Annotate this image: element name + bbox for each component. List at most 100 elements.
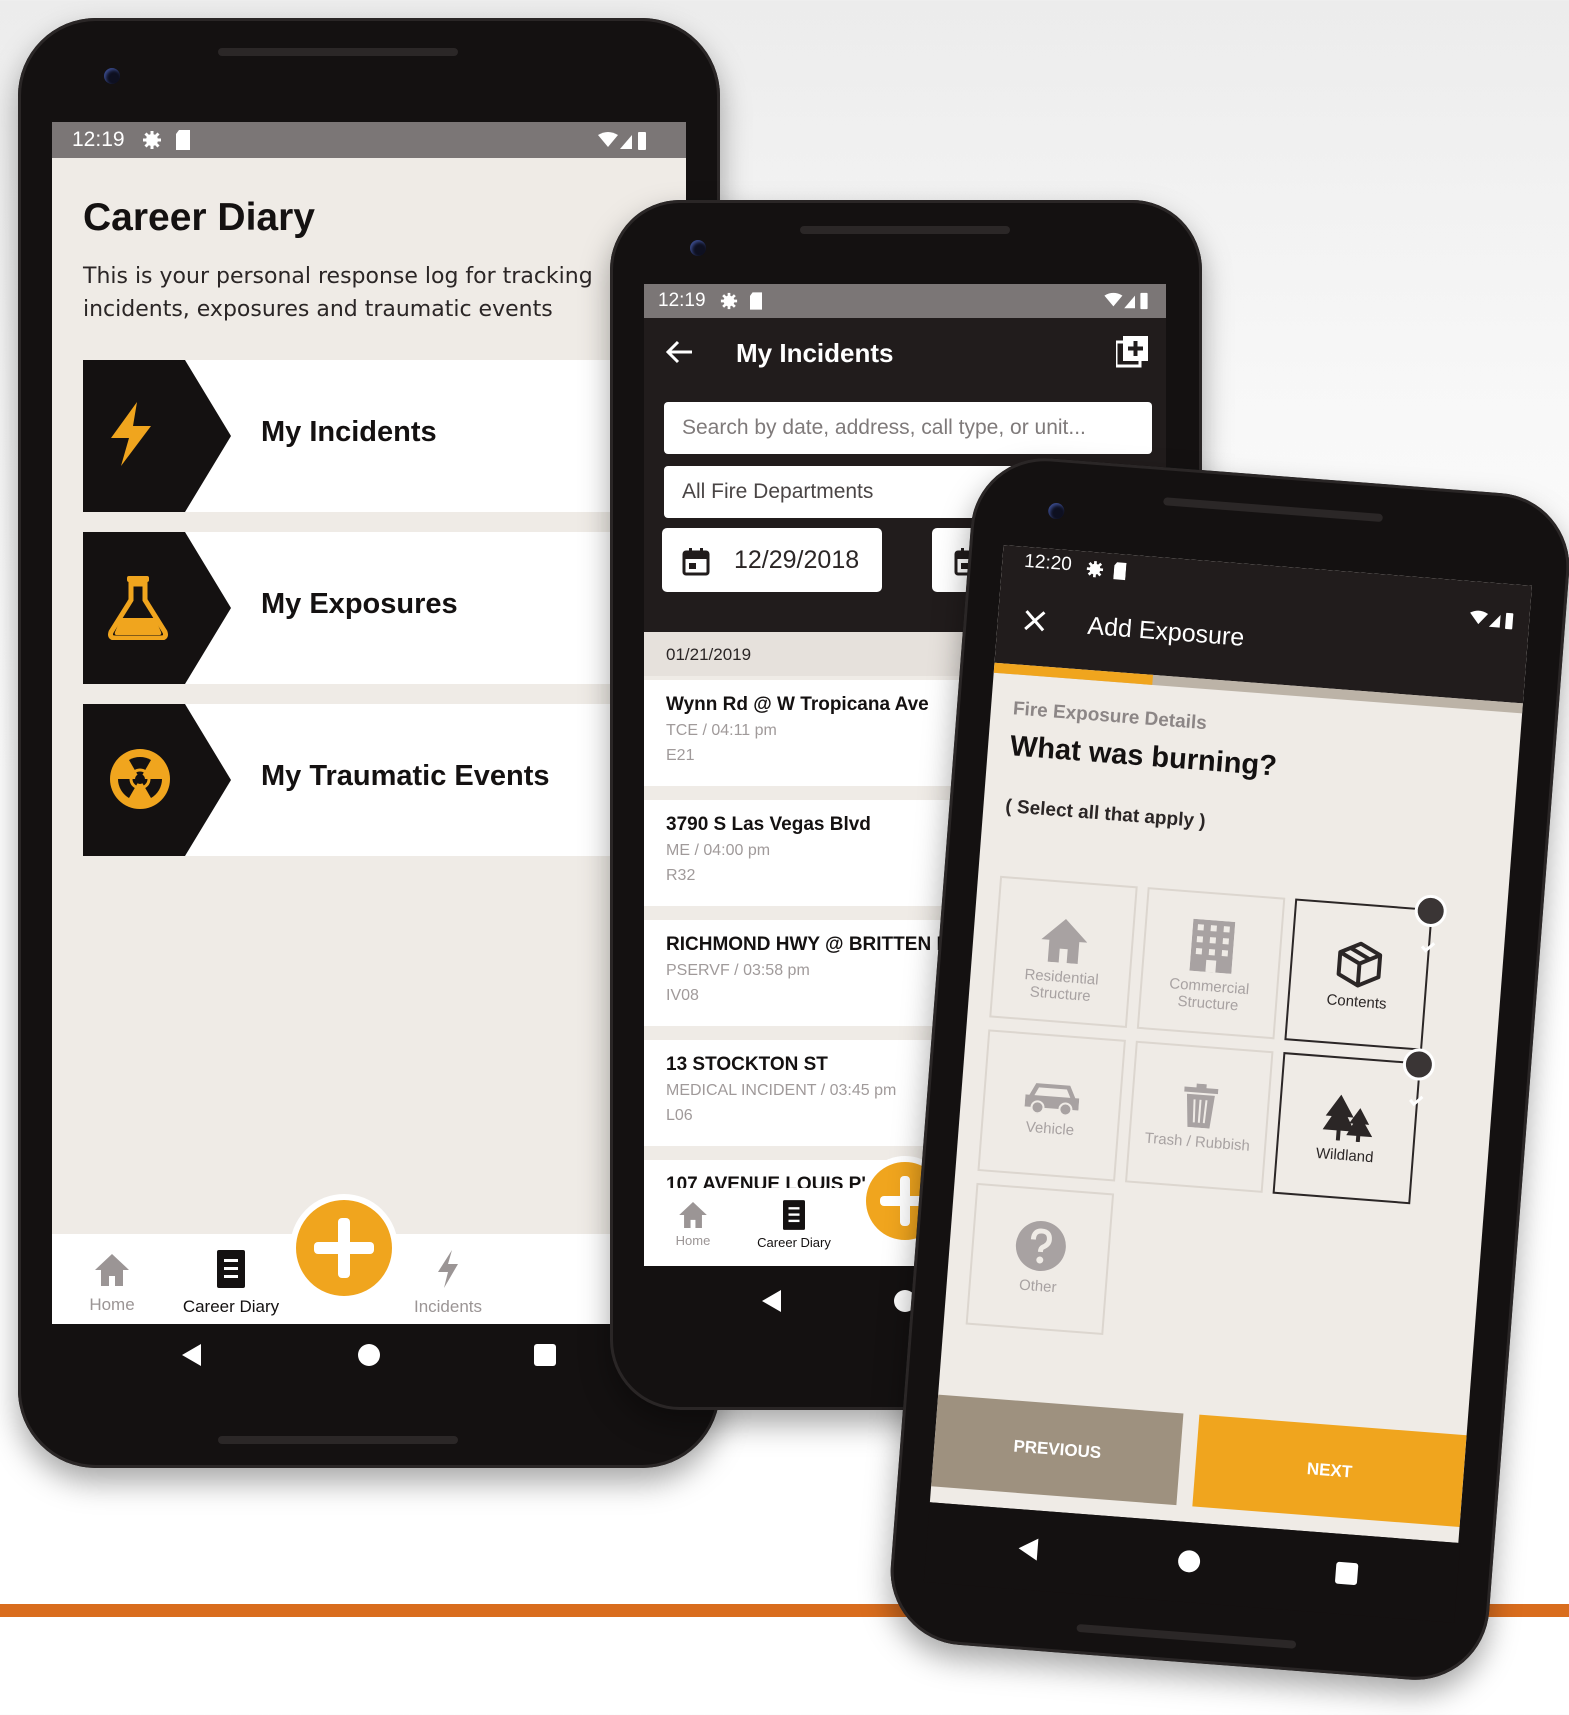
menu-item-my-traumatic-events[interactable]: My Traumatic Events bbox=[83, 704, 686, 856]
section-date: 01/21/2019 bbox=[666, 645, 752, 664]
incident-address: 3790 S Las Vegas Blvd bbox=[666, 814, 871, 835]
bottom-speaker bbox=[1076, 1623, 1297, 1649]
front-camera bbox=[1047, 502, 1065, 520]
incident-unit: R32 bbox=[666, 867, 696, 884]
status-bar: 12:19 bbox=[644, 284, 1166, 318]
next-button[interactable]: NEXT bbox=[1192, 1414, 1467, 1527]
home-nav-icon[interactable] bbox=[1177, 1549, 1201, 1574]
incident-address: Wynn Rd @ W Tropicana Ave bbox=[666, 694, 929, 715]
question-icon bbox=[1015, 1221, 1066, 1272]
option-wildland[interactable]: Wildland bbox=[1272, 1047, 1437, 1205]
signal-battery-icon bbox=[598, 132, 646, 150]
previous-button[interactable]: PREVIOUS bbox=[931, 1394, 1184, 1506]
recents-nav-icon[interactable] bbox=[534, 1344, 556, 1366]
calendar-icon bbox=[682, 548, 710, 576]
home-icon bbox=[95, 1254, 129, 1286]
option-commercial-structure[interactable]: Commercial Structure bbox=[1136, 887, 1286, 1040]
career-diary-screen: 12:19 Career Diary This is your personal… bbox=[52, 122, 686, 1386]
system-nav-bar bbox=[52, 1324, 686, 1386]
option-label: Contents bbox=[1325, 991, 1388, 1013]
incident-unit: IV08 bbox=[666, 987, 699, 1004]
option-label: Vehicle bbox=[1025, 1118, 1075, 1140]
home-icon bbox=[679, 1202, 707, 1228]
nav-home[interactable]: Home bbox=[82, 1254, 142, 1315]
menu-item-my-incidents[interactable]: My Incidents bbox=[83, 360, 686, 512]
start-date-value: 12/29/2018 bbox=[734, 546, 860, 574]
nav-career-diary-label: Career Diary bbox=[182, 1297, 280, 1316]
back-nav-icon[interactable] bbox=[182, 1344, 201, 1366]
signal-battery-icon bbox=[1104, 292, 1148, 310]
menu-label: My Traumatic Events bbox=[261, 760, 550, 792]
trash-icon bbox=[1184, 1083, 1219, 1129]
box-icon bbox=[1336, 941, 1383, 988]
incident-type-time: PSERVF / 03:58 pm bbox=[666, 962, 810, 979]
lightning-icon bbox=[438, 1250, 458, 1288]
menu-tab bbox=[83, 532, 231, 684]
top-speaker bbox=[218, 48, 458, 56]
nav-home[interactable]: Home bbox=[668, 1202, 718, 1248]
radiation-icon bbox=[110, 749, 170, 809]
status-time: 12:19 bbox=[72, 128, 125, 151]
diary-icon bbox=[217, 1250, 245, 1288]
option-residential-structure[interactable]: Residential Structure bbox=[989, 875, 1138, 1028]
page-title: Add Exposure bbox=[1086, 611, 1246, 652]
search-input[interactable]: Search by date, address, call type, or u… bbox=[664, 402, 1152, 454]
incident-address: 13 STOCKTON ST bbox=[666, 1054, 828, 1075]
page-title: Career Diary bbox=[83, 196, 315, 239]
diary-icon bbox=[783, 1200, 805, 1230]
option-label: Other bbox=[1018, 1276, 1058, 1297]
bottom-speaker bbox=[218, 1436, 458, 1444]
menu-label: My Incidents bbox=[261, 416, 437, 448]
sd-card-icon bbox=[176, 130, 190, 150]
settings-icon bbox=[1086, 560, 1104, 578]
back-arrow-icon[interactable] bbox=[666, 340, 692, 364]
option-label: Wildland bbox=[1315, 1144, 1375, 1167]
back-nav-icon[interactable] bbox=[1017, 1537, 1039, 1561]
trees-icon bbox=[1322, 1094, 1373, 1143]
incident-unit: L06 bbox=[666, 1107, 693, 1124]
question-heading: What was burning? bbox=[1008, 730, 1278, 783]
nav-career-diary[interactable]: Career Diary bbox=[744, 1200, 844, 1250]
top-speaker bbox=[800, 226, 1010, 234]
nav-home-label: Home bbox=[89, 1295, 135, 1314]
home-nav-icon[interactable] bbox=[358, 1344, 380, 1366]
add-incident-icon[interactable] bbox=[1116, 336, 1148, 368]
option-other[interactable]: Other bbox=[965, 1182, 1115, 1336]
back-nav-icon[interactable] bbox=[762, 1290, 781, 1312]
nav-home-label: Home bbox=[675, 1233, 711, 1248]
select-hint: ( Select all that apply ) bbox=[1004, 796, 1207, 833]
front-camera bbox=[104, 68, 120, 84]
add-exposure-header: 12:20 Add Exposure bbox=[994, 545, 1532, 704]
start-date-picker[interactable]: 12/29/2018 bbox=[662, 528, 882, 592]
page-title: My Incidents bbox=[736, 338, 894, 368]
nav-career-diary[interactable]: Career Diary bbox=[176, 1250, 286, 1317]
menu-tab bbox=[83, 704, 231, 856]
lightning-icon bbox=[111, 402, 151, 466]
incident-unit: E21 bbox=[666, 747, 695, 764]
option-vehicle[interactable]: Vehicle bbox=[977, 1029, 1126, 1182]
status-time: 12:19 bbox=[658, 290, 706, 311]
status-bar: 12:19 bbox=[52, 122, 686, 158]
nav-career-diary-label: Career Diary bbox=[757, 1235, 831, 1250]
check-icon bbox=[1401, 1047, 1437, 1107]
menu-item-my-exposures[interactable]: My Exposures bbox=[83, 532, 686, 684]
nav-incidents[interactable]: Incidents bbox=[408, 1250, 488, 1317]
nav-incidents-label: Incidents bbox=[413, 1297, 483, 1316]
recents-nav-icon[interactable] bbox=[1334, 1561, 1359, 1586]
sd-card-icon bbox=[1113, 562, 1127, 581]
front-camera bbox=[690, 240, 706, 256]
car-icon bbox=[1024, 1083, 1080, 1117]
option-label: Trash / Rubbish bbox=[1144, 1129, 1251, 1155]
top-speaker bbox=[1163, 497, 1384, 523]
status-time: 12:20 bbox=[1023, 550, 1073, 576]
menu-tab bbox=[83, 360, 231, 512]
option-contents[interactable]: Contents bbox=[1284, 893, 1448, 1051]
bottom-navigation: Home Career Diary Incidents Ac bbox=[52, 1194, 686, 1324]
option-trash-rubbish[interactable]: Trash / Rubbish bbox=[1124, 1040, 1274, 1193]
settings-icon bbox=[143, 131, 161, 149]
add-fab-button[interactable] bbox=[290, 1194, 398, 1302]
incident-type-time: ME / 04:00 pm bbox=[666, 842, 771, 859]
phone-add-exposure-wrapper: 12:20 Add Exposure Fire Exposure Details… bbox=[885, 452, 1569, 1686]
close-icon[interactable] bbox=[1023, 609, 1047, 633]
menu-label: My Exposures bbox=[261, 588, 458, 620]
